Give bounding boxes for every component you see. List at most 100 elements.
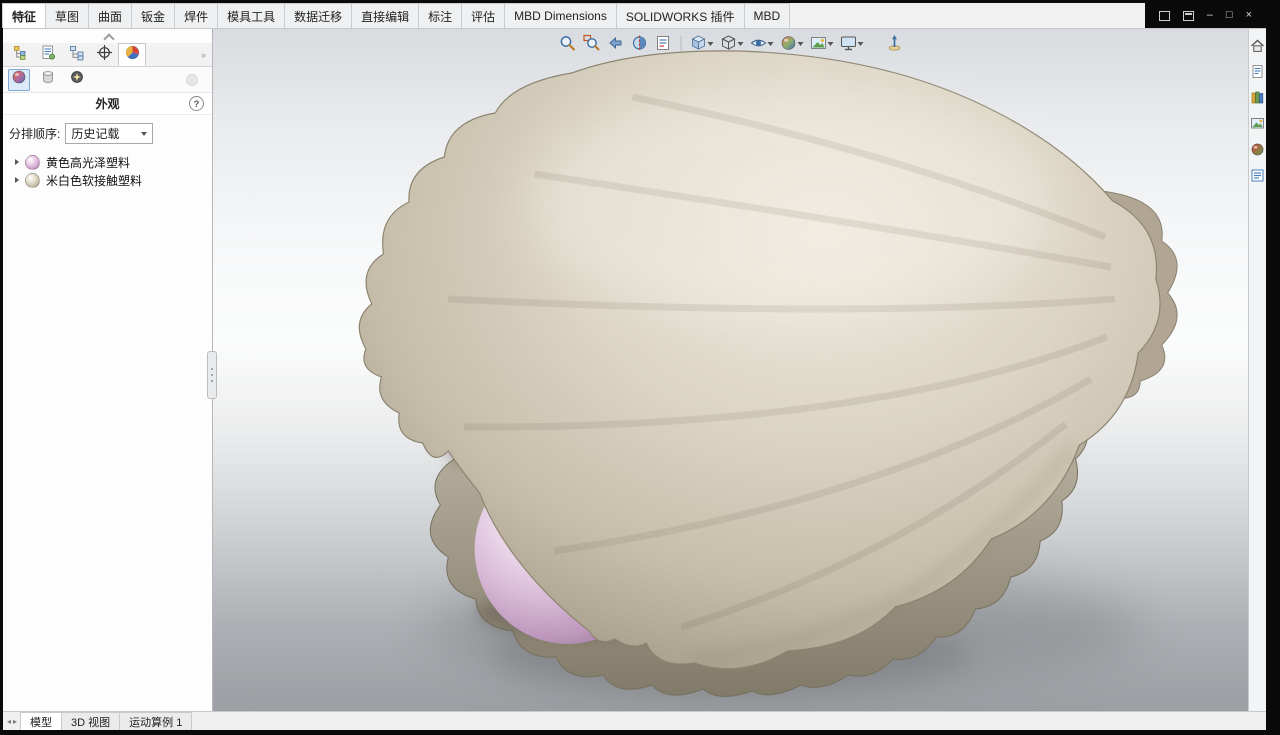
float-window-icon[interactable] xyxy=(1159,11,1170,21)
panel-title: 外观 xyxy=(95,95,119,112)
ribbon-tab-direct-editing[interactable]: 直接编辑 xyxy=(351,3,419,28)
tab-configurationmanager[interactable] xyxy=(62,43,90,66)
sort-order-value: 历史记载 xyxy=(71,125,119,142)
scene-lights-icon xyxy=(69,69,85,90)
ribbon-tab-sketch[interactable]: 草图 xyxy=(45,3,89,28)
reference-axis-icon[interactable] xyxy=(883,32,905,54)
hide-show-items-icon[interactable] xyxy=(747,32,775,54)
scroll-right-icon[interactable]: ▸ xyxy=(13,717,17,726)
appearance-tree: 黄色高光泽塑料 米白色软接触塑料 xyxy=(3,150,212,192)
sort-order-row: 分排顺序: 历史记载 xyxy=(3,115,212,150)
close-button[interactable]: × xyxy=(1246,10,1252,21)
panel-splitter-handle[interactable] xyxy=(207,351,217,399)
ribbon-tab-label: 模具工具 xyxy=(227,8,275,25)
design-tree-icon xyxy=(12,44,29,66)
ribbon-tab-label: 评估 xyxy=(471,8,495,25)
appearance-sphere-icon xyxy=(25,173,40,188)
ribbon-tab-weldments[interactable]: 焊件 xyxy=(174,3,218,28)
view-settings-icon[interactable] xyxy=(837,32,865,54)
dynamic-annotation-views-icon[interactable] xyxy=(652,32,674,54)
view-appearances-button[interactable] xyxy=(8,69,30,91)
dimxpert-crosshair-icon xyxy=(96,44,113,66)
main-area: » xyxy=(3,29,1266,712)
ribbon-tab-label: 焊件 xyxy=(184,8,208,25)
custom-properties-icon[interactable] xyxy=(1250,167,1266,183)
ribbon-tab-label: SOLIDWORKS 插件 xyxy=(626,8,735,25)
edit-appearance-icon[interactable] xyxy=(777,32,805,54)
tab-scroll-arrows[interactable]: ◂ ▸ xyxy=(3,712,21,730)
tree-item-appearance-1[interactable]: 黄色高光泽塑料 xyxy=(3,153,212,171)
ribbon-tab-markup[interactable]: 标注 xyxy=(418,3,462,28)
ribbon-tab-mbd[interactable]: MBD xyxy=(744,3,791,28)
window-controls: – □ × xyxy=(1145,3,1266,28)
ribbon-tab-surfaces[interactable]: 曲面 xyxy=(88,3,132,28)
ribbon-tab-label: 直接编辑 xyxy=(361,8,409,25)
sort-order-dropdown[interactable]: 历史记载 xyxy=(65,123,153,144)
maximize-button[interactable]: □ xyxy=(1226,10,1233,21)
view-decals-button[interactable] xyxy=(37,69,59,91)
tab-propertymanager[interactable] xyxy=(34,43,62,66)
graphics-area[interactable] xyxy=(213,29,1248,712)
tab-3d-views[interactable]: 3D 视图 xyxy=(61,712,120,730)
ribbon-tab-label: 特征 xyxy=(12,8,36,25)
dock-window-icon[interactable] xyxy=(1183,11,1194,21)
status-bar: ◂ ▸ 模型 3D 视图 运动算例 1 xyxy=(3,711,1266,730)
3d-model-scene[interactable] xyxy=(213,29,1248,712)
design-library-icon[interactable] xyxy=(1250,89,1266,105)
ribbon-tab-evaluate[interactable]: 评估 xyxy=(461,3,505,28)
ribbon-tab-mbd-dimensions[interactable]: MBD Dimensions xyxy=(504,3,617,28)
scroll-left-icon[interactable]: ◂ xyxy=(7,717,11,726)
zoom-to-area-icon[interactable] xyxy=(580,32,602,54)
ribbon-tab-features[interactable]: 特征 xyxy=(2,3,46,28)
tree-item-label: 黄色高光泽塑料 xyxy=(46,154,130,171)
heads-up-view-toolbar xyxy=(556,32,905,54)
preview-disabled-icon xyxy=(181,69,203,91)
ribbon-tab-label: MBD xyxy=(754,9,781,23)
tree-item-appearance-2[interactable]: 米白色软接触塑料 xyxy=(3,171,212,189)
solidworks-resources-icon[interactable] xyxy=(1250,63,1266,79)
previous-view-icon[interactable] xyxy=(604,32,626,54)
ribbon-tab-data-migration[interactable]: 数据迁移 xyxy=(284,3,352,28)
chevron-down-icon xyxy=(141,132,147,136)
status-tab-label: 运动算例 1 xyxy=(129,714,182,730)
propertymanager-icon xyxy=(40,44,57,66)
tab-displaymanager[interactable] xyxy=(118,43,146,66)
home-icon[interactable] xyxy=(1250,37,1266,53)
toolbar-separator xyxy=(680,36,681,51)
view-palette-icon[interactable] xyxy=(1250,115,1266,131)
ribbon-tab-label: MBD Dimensions xyxy=(514,9,607,23)
expand-caret-icon[interactable] xyxy=(15,177,19,183)
tab-dimxpertmanager[interactable] xyxy=(90,43,118,66)
minimize-button[interactable]: – xyxy=(1207,10,1213,21)
sort-order-label: 分排顺序: xyxy=(9,125,60,142)
ribbon-tab-label: 数据迁移 xyxy=(294,8,342,25)
help-icon[interactable]: ? xyxy=(189,96,204,111)
zoom-to-fit-icon[interactable] xyxy=(556,32,578,54)
ribbon-tab-mold-tools[interactable]: 模具工具 xyxy=(217,3,285,28)
solidworks-window: 特征 草图 曲面 钣金 焊件 模具工具 数据迁移 直接编辑 标注 评估 MBD … xyxy=(3,3,1266,730)
panel-collapse-icon[interactable] xyxy=(104,33,112,41)
ribbon-tab-label: 标注 xyxy=(428,8,452,25)
tab-model[interactable]: 模型 xyxy=(20,712,62,730)
apply-scene-icon[interactable] xyxy=(807,32,835,54)
tab-featuremanager-design-tree[interactable] xyxy=(6,43,34,66)
expand-caret-icon[interactable] xyxy=(15,159,19,165)
display-style-icon[interactable] xyxy=(717,32,745,54)
status-tab-label: 模型 xyxy=(30,714,52,730)
view-orientation-icon[interactable] xyxy=(687,32,715,54)
section-view-icon[interactable] xyxy=(628,32,650,54)
appearances-scenes-icon[interactable] xyxy=(1250,141,1266,157)
tab-motion-study-1[interactable]: 运动算例 1 xyxy=(119,712,192,730)
panel-title-bar: 外观 ? xyxy=(3,93,212,115)
manager-tab-strip: » xyxy=(3,43,212,67)
view-scene-lights-cameras-button[interactable] xyxy=(66,69,88,91)
feature-manager-panel: » xyxy=(3,29,213,712)
ribbon-tab-sheet-metal[interactable]: 钣金 xyxy=(131,3,175,28)
tree-item-label: 米白色软接触塑料 xyxy=(46,172,142,189)
displaymanager-pie-icon xyxy=(124,44,141,66)
appearances-ball-icon xyxy=(11,69,27,90)
tab-overflow-icon[interactable]: » xyxy=(201,43,206,66)
ribbon-tab-label: 草图 xyxy=(55,8,79,25)
ribbon-tab-solidworks-addins[interactable]: SOLIDWORKS 插件 xyxy=(616,3,745,28)
ribbon-tab-label: 钣金 xyxy=(141,8,165,25)
